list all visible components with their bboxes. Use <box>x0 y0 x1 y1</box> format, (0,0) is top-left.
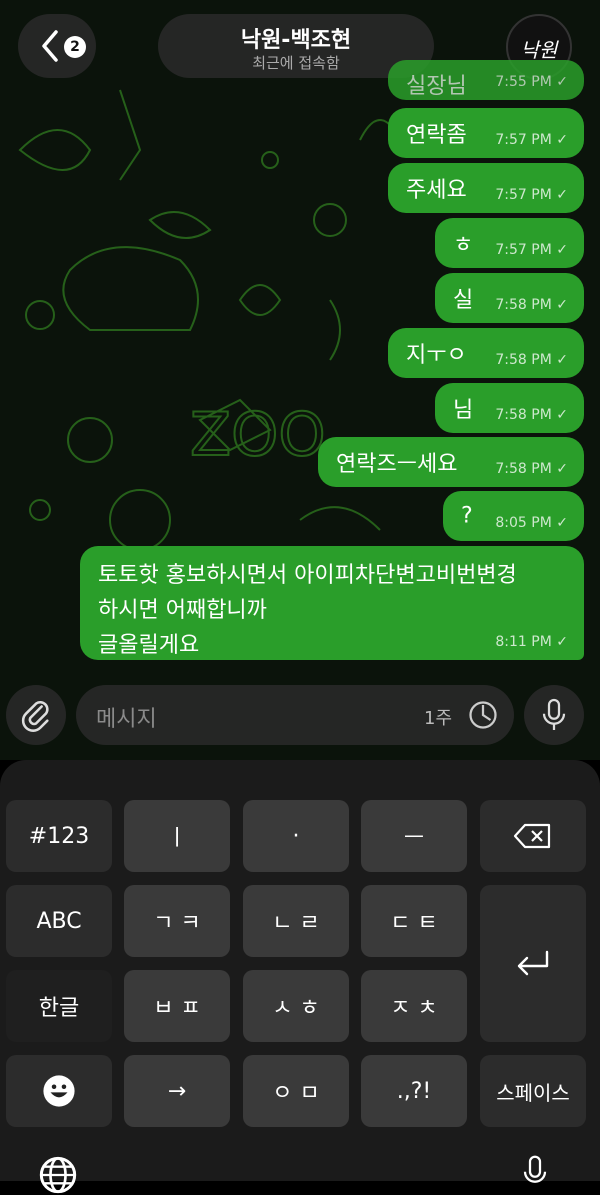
message-time: 7:57 PM ✓ <box>495 132 568 148</box>
key-label: 스페이스 <box>496 1080 570 1105</box>
message-bubble[interactable]: 토토핫 홍보하시면서 아이피차단변고비번변경 하시면 어째합니까 글올릴게요 8… <box>80 546 584 660</box>
key-label: · <box>292 823 300 849</box>
key-giyeok-kieuk[interactable]: ㄱ ㅋ <box>124 885 230 957</box>
message-bubble[interactable]: 지ㅜㅇ 7:58 PM ✓ <box>388 328 584 378</box>
message-text: 연락즈ㅡ세요 <box>336 452 458 477</box>
key-label: ㄷ ㅌ <box>390 911 438 936</box>
key-vertical-vowel[interactable]: ㅣ <box>124 800 230 872</box>
voice-message-button[interactable] <box>524 685 584 745</box>
key-number-mode[interactable]: #123 <box>6 800 112 872</box>
key-bieup-pieup[interactable]: ㅂ ㅍ <box>124 970 230 1042</box>
key-horizontal-vowel[interactable]: ㅡ <box>361 800 467 872</box>
message-time: 7:58 PM ✓ <box>495 407 568 423</box>
message-time: 7:57 PM ✓ <box>495 187 568 203</box>
key-label: #123 <box>28 823 90 849</box>
message-time: 8:11 PM ✓ <box>495 634 568 650</box>
key-label: ㄱ ㅋ <box>153 911 201 936</box>
dictation-mic-icon[interactable] <box>520 1153 550 1193</box>
message-text: 토토핫 홍보하시면서 아이피차단변고비번변경 하시면 어째합니까 글올릴게요 <box>98 563 517 658</box>
key-label: → <box>167 1078 187 1104</box>
key-nieun-rieul[interactable]: ㄴ ㄹ <box>243 885 349 957</box>
key-label: ㄴ ㄹ <box>272 911 320 936</box>
message-time: 7:55 PM ✓ <box>495 74 568 90</box>
paperclip-icon <box>21 700 49 732</box>
key-dot-vowel[interactable]: · <box>243 800 349 872</box>
key-hangul-mode[interactable]: 한글 <box>6 970 112 1042</box>
key-label: ㅣ <box>166 826 188 851</box>
microphone-icon <box>542 698 566 730</box>
message-bubble[interactable]: 연락좀 7:57 PM ✓ <box>388 108 584 158</box>
key-backspace[interactable] <box>480 800 586 872</box>
message-time: 7:58 PM ✓ <box>495 297 568 313</box>
key-label: ㅂ ㅍ <box>153 996 201 1021</box>
message-time: 7:58 PM ✓ <box>495 352 568 368</box>
key-ieung-mieum[interactable]: ㅇ ㅁ <box>243 1055 349 1127</box>
keyboard: #123 ㅣ · ㅡ ABC ㄱ ㅋ ㄴ ㄹ ㄷ ㅌ 한글 ㅂ ㅍ ㅅ ㅎ ㅈ … <box>0 760 600 1194</box>
key-label: .,?! <box>396 1078 432 1104</box>
backspace-icon <box>513 823 551 849</box>
key-label: ㅅ ㅎ <box>272 996 320 1021</box>
message-text: 실장님 <box>406 74 467 99</box>
key-space[interactable]: 스페이스 <box>480 1055 586 1127</box>
message-text: 주세요 <box>406 178 467 203</box>
message-text: ㅎ <box>453 233 474 258</box>
chat-title: 낙원-백조현 <box>240 28 352 53</box>
message-bubble[interactable]: 연락즈ㅡ세요 7:58 PM ✓ <box>318 437 584 487</box>
key-abc-mode[interactable]: ABC <box>6 885 112 957</box>
key-digeut-tieut[interactable]: ㄷ ㅌ <box>361 885 467 957</box>
message-bubble[interactable]: 주세요 7:57 PM ✓ <box>388 163 584 213</box>
message-text: 실 <box>453 288 474 313</box>
key-label: 한글 <box>38 996 80 1021</box>
message-text: 님 <box>453 398 474 423</box>
key-label: ㅡ <box>403 826 425 851</box>
return-icon <box>517 950 549 975</box>
key-emoji[interactable] <box>6 1055 112 1127</box>
message-time: 8:05 PM ✓ <box>495 515 568 531</box>
globe-icon[interactable] <box>36 1155 80 1195</box>
key-enter[interactable] <box>480 885 586 1042</box>
message-bubble[interactable]: 님 7:58 PM ✓ <box>435 383 584 433</box>
attach-button[interactable] <box>6 685 66 745</box>
key-label: ㅇ ㅁ <box>272 1081 320 1106</box>
message-time: 7:57 PM ✓ <box>495 242 568 258</box>
chat-area: ZOO 2 낙원-백조현 최근에 접속함 낙원 실장님 7:55 PM ✓ 연락… <box>0 0 600 760</box>
message-bubble[interactable]: 실장님 7:55 PM ✓ <box>388 60 584 100</box>
message-text: 연락좀 <box>406 123 467 148</box>
key-siot-hieut[interactable]: ㅅ ㅎ <box>243 970 349 1042</box>
message-bubble[interactable]: ? 8:05 PM ✓ <box>443 491 584 541</box>
avatar-logo-text: 낙원 <box>520 38 558 62</box>
back-button[interactable]: 2 <box>18 14 96 78</box>
self-destruct-timer-label: 1주 <box>424 708 453 729</box>
message-text: 지ㅜㅇ <box>406 343 467 368</box>
key-label: ㅈ ㅊ <box>390 996 438 1021</box>
message-bubble[interactable]: 실 7:58 PM ✓ <box>435 273 584 323</box>
key-arrow-right[interactable]: → <box>124 1055 230 1127</box>
timer-icon[interactable] <box>468 700 498 730</box>
message-placeholder: 메시지 <box>96 707 157 732</box>
key-punctuation[interactable]: .,?! <box>361 1055 467 1127</box>
key-label: ABC <box>36 908 82 934</box>
key-jieut-chieut[interactable]: ㅈ ㅊ <box>361 970 467 1042</box>
message-text: ? <box>461 503 473 529</box>
smiley-icon <box>43 1075 75 1107</box>
message-input[interactable]: 메시지 1주 <box>76 685 514 745</box>
message-time: 7:58 PM ✓ <box>495 461 568 477</box>
svg-text:ZOO: ZOO <box>190 400 326 470</box>
unread-badge: 2 <box>64 36 86 58</box>
message-bubble[interactable]: ㅎ 7:57 PM ✓ <box>435 218 584 268</box>
